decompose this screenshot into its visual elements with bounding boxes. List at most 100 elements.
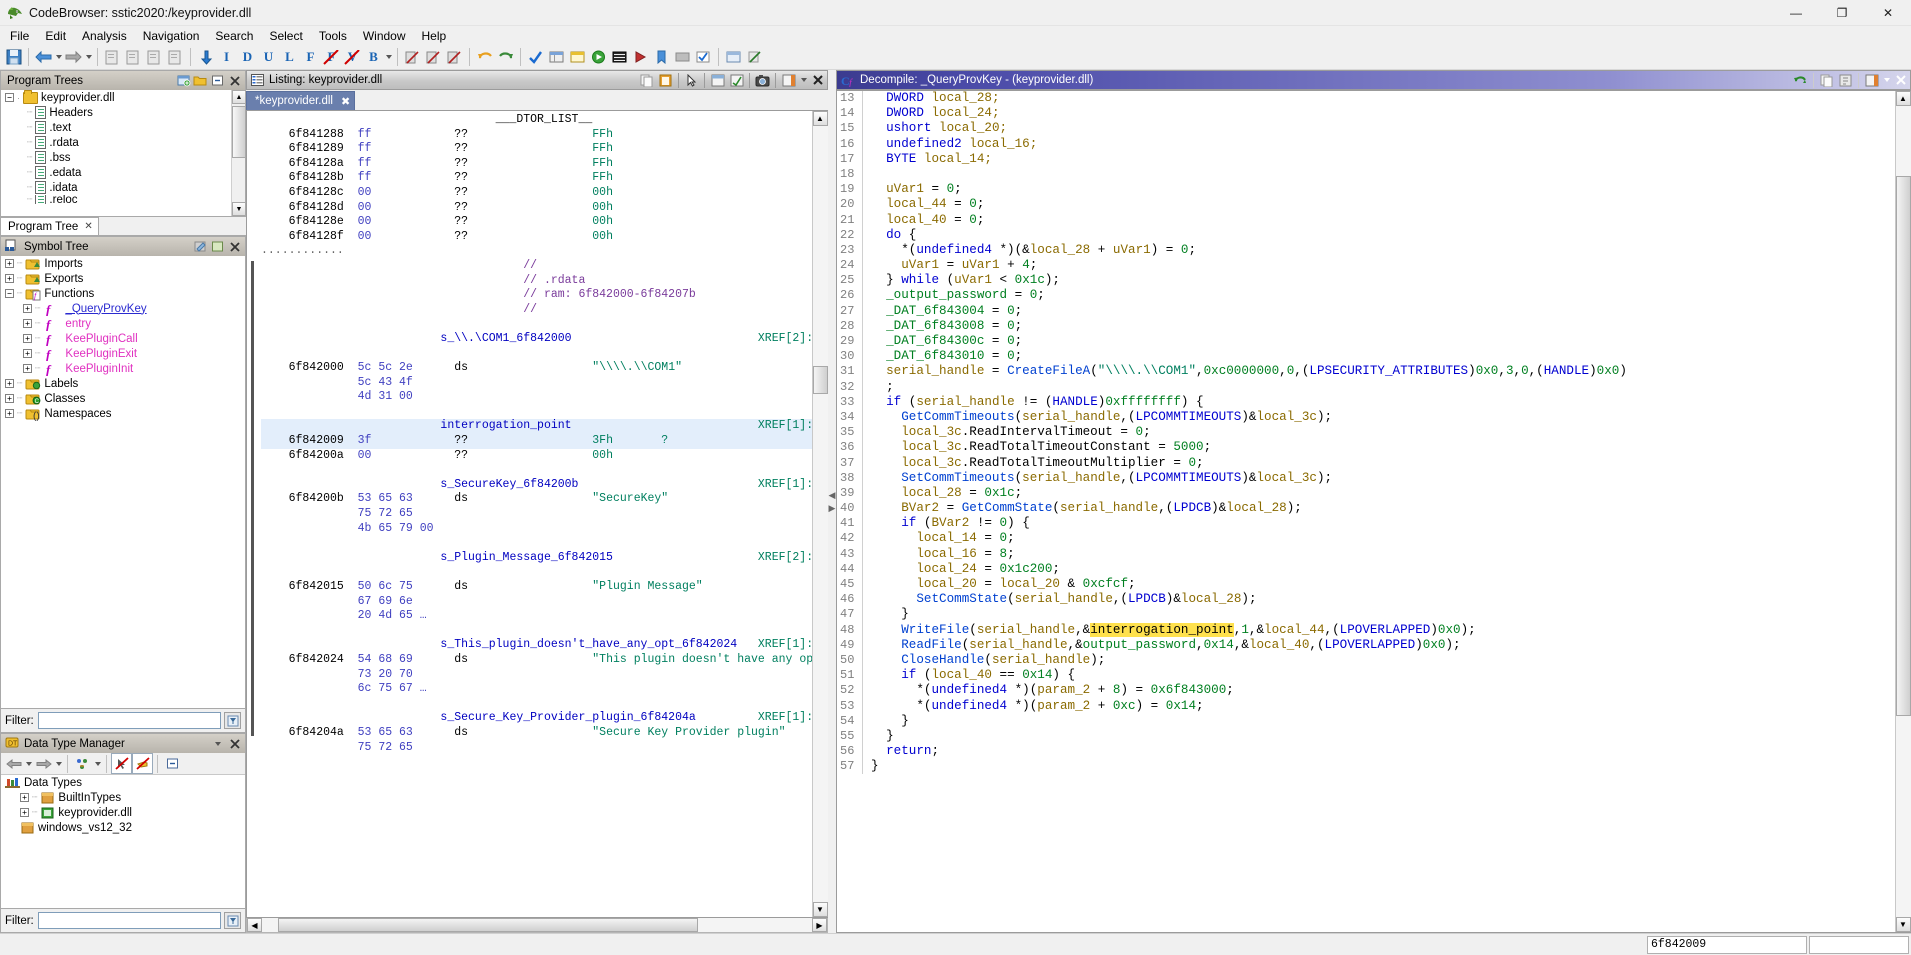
window-icon[interactable] <box>723 47 744 68</box>
create-folder-icon[interactable] <box>175 72 192 89</box>
decompiler-token[interactable]: local_16; <box>962 137 1037 151</box>
listing-row[interactable]: 6f84128e 00 ?? 00h <box>261 215 812 230</box>
decompiler-token[interactable]: uVar1 <box>901 258 939 272</box>
listing-row[interactable]: // <box>261 303 812 318</box>
decompiler-line[interactable]: 39 local_28 = 0x1c; <box>837 485 1895 502</box>
decompiler-token[interactable]: local_28 <box>901 486 961 500</box>
dtm-no-array-icon[interactable] <box>132 753 153 774</box>
decompiler-token[interactable]: serial_handle <box>1060 501 1158 515</box>
decompiler-token[interactable]: BVar2 <box>901 501 939 515</box>
decompiler-call-token[interactable]: GetCommTimeouts <box>901 410 1014 424</box>
export-listing-icon[interactable] <box>165 47 186 68</box>
symbol-tree-body[interactable]: + ┈ Imports + ┈ Exports − ┈ f Functions + ┈ f _QueryP… <box>1 256 245 708</box>
dtm-forward-dropdown-icon[interactable] <box>54 753 63 774</box>
listing-row[interactable]: 73 20 70 <box>261 668 812 683</box>
scroll-left-arrow[interactable]: ◀ <box>247 918 262 932</box>
expand-icon[interactable]: + <box>5 259 14 268</box>
symbol-tree-item-imports[interactable]: + ┈ Imports <box>1 256 245 271</box>
listing-row[interactable]: 4d 31 00 <box>261 390 812 405</box>
expand-icon[interactable]: + <box>23 334 32 343</box>
program-tree-root[interactable]: − · keyprovider.dll <box>1 90 245 105</box>
forward-dropdown-icon[interactable] <box>84 47 93 68</box>
decompiler-token[interactable]: serial_handle <box>1022 410 1120 424</box>
bookmark-filter-icon[interactable]: B <box>363 47 384 68</box>
symbol-tree-item-queryprovkey[interactable]: + ┈ f _QueryProvKey <box>1 301 245 316</box>
decompiler-line[interactable]: 41 if (BVar2 != 0) { <box>837 516 1895 532</box>
symbol-tree-item-functions[interactable]: − ┈ f Functions <box>1 286 245 301</box>
menu-navigation[interactable]: Navigation <box>135 27 208 45</box>
scroll-thumb[interactable] <box>812 366 828 394</box>
close-button[interactable]: ✕ <box>1865 0 1911 26</box>
listing-row[interactable]: s_Plugin_Message_6f842015 XREF[2]: Kee… <box>261 551 812 566</box>
decompiler-token[interactable]: serial_handle <box>1022 471 1120 485</box>
decompiler-token[interactable]: local_16 <box>916 547 976 561</box>
menu-search[interactable]: Search <box>207 27 261 45</box>
copy-listing-icon[interactable] <box>123 47 144 68</box>
dtm-no-pointer-icon[interactable] <box>111 753 132 774</box>
decompiler-token[interactable]: serial_handle <box>992 653 1090 667</box>
menu-help[interactable]: Help <box>414 27 455 45</box>
cursor-icon[interactable] <box>682 71 701 90</box>
window-close-icon[interactable] <box>1891 71 1910 90</box>
decompiler-token[interactable]: _DAT_6f843004 <box>886 304 984 318</box>
symbol-tree-item-exports[interactable]: + ┈ Exports <box>1 271 245 286</box>
decompiler-token[interactable]: uVar1 <box>954 273 992 287</box>
scroll-up-arrow[interactable]: ▲ <box>232 90 245 104</box>
decompiler-call-token[interactable]: CloseHandle <box>901 653 984 667</box>
decompiler-line[interactable]: 13 DWORD local_28; <box>837 91 1895 107</box>
listing-row[interactable]: s_SecureKey_6f84200b XREF[1]: Kee… <box>261 478 812 493</box>
decompiler-line[interactable]: 38 SetCommTimeouts(serial_handle,(LPCOMM… <box>837 470 1895 486</box>
decompiler-line[interactable]: 14 DWORD local_24; <box>837 106 1895 122</box>
listing-row[interactable]: 6f84200b 53 65 63 ds "SecureKey" <box>261 492 812 507</box>
decompiler-token[interactable]: local_3c <box>1256 471 1316 485</box>
decompiler-token[interactable]: output_password <box>1083 638 1196 652</box>
decompiler-token[interactable]: local_24 <box>916 562 976 576</box>
decompiler-line[interactable]: 55 } <box>837 728 1895 745</box>
panel-close-icon[interactable] <box>226 735 243 752</box>
decompiler-line[interactable]: 49 ReadFile(serial_handle,&output_passwo… <box>837 637 1895 653</box>
decompiler-token[interactable]: local_40 <box>1249 638 1309 652</box>
close-icon[interactable]: ✖ <box>341 95 350 108</box>
decompiler-line[interactable]: 15 ushort local_20; <box>837 121 1895 137</box>
scroll-track[interactable] <box>812 126 828 902</box>
filter-options-icon[interactable] <box>224 712 241 729</box>
select-backward-icon[interactable] <box>423 47 444 68</box>
decompiler-token[interactable]: _output_password <box>886 288 1007 302</box>
listing-row[interactable] <box>261 317 812 332</box>
copy-icon[interactable] <box>637 71 656 90</box>
program-tree-item-rdata[interactable]: ┈ .rdata <box>1 135 245 150</box>
decompiler-token[interactable]: serial_handle <box>969 638 1067 652</box>
checkmark-analysis-icon[interactable] <box>525 47 546 68</box>
decompiler-line[interactable]: 28 _DAT_6f843008 = 0; <box>837 318 1895 335</box>
listing-row[interactable]: 6f842000 5c 5c 2e ds "\\\\.\\COM1" <box>261 361 812 376</box>
expand-icon[interactable]: + <box>23 349 32 358</box>
listing-row[interactable]: interrogation_point XREF[1]: _Qu… <box>261 419 812 435</box>
dtm-filter-input[interactable] <box>37 912 221 929</box>
listing-row[interactable]: Kee… <box>261 565 812 580</box>
decompiler-line[interactable]: 56 return; <box>837 744 1895 760</box>
decompiler-call-token[interactable]: SetCommState <box>916 592 1007 606</box>
decompiler-line[interactable]: 27 _DAT_6f843004 = 0; <box>837 303 1895 319</box>
instruction-filter-icon[interactable]: I <box>216 47 237 68</box>
decompiler-line[interactable]: 50 CloseHandle(serial_handle); <box>837 652 1895 669</box>
rename-icon[interactable] <box>192 238 209 255</box>
decompiler-token[interactable]: local_44 <box>886 197 946 211</box>
menu-analysis[interactable]: Analysis <box>74 27 135 45</box>
close-icon[interactable]: ✕ <box>84 221 92 232</box>
save-icon[interactable] <box>3 47 24 68</box>
decompiler-token[interactable]: local_3c <box>1256 410 1316 424</box>
decompiler-line[interactable]: 54 } <box>837 713 1895 729</box>
expand-icon[interactable]: + <box>5 394 14 403</box>
program-tree-item-bss[interactable]: ┈ .bss <box>1 150 245 165</box>
refresh-icon[interactable] <box>209 238 226 255</box>
decompiler-token[interactable]: serial_handle <box>1015 592 1113 606</box>
label-filter-icon[interactable]: L <box>279 47 300 68</box>
dtm-back-icon[interactable] <box>3 753 24 774</box>
decompiler-line[interactable]: 16 undefined2 local_16; <box>837 136 1895 152</box>
bytes-viewer-icon[interactable] <box>672 47 693 68</box>
listing-row[interactable] <box>261 624 812 639</box>
snapshot-icon[interactable] <box>102 47 123 68</box>
decompiler-token[interactable]: local_14; <box>916 152 992 166</box>
listing-options-dropdown-icon[interactable] <box>798 71 808 90</box>
select-forward-icon[interactable] <box>402 47 423 68</box>
